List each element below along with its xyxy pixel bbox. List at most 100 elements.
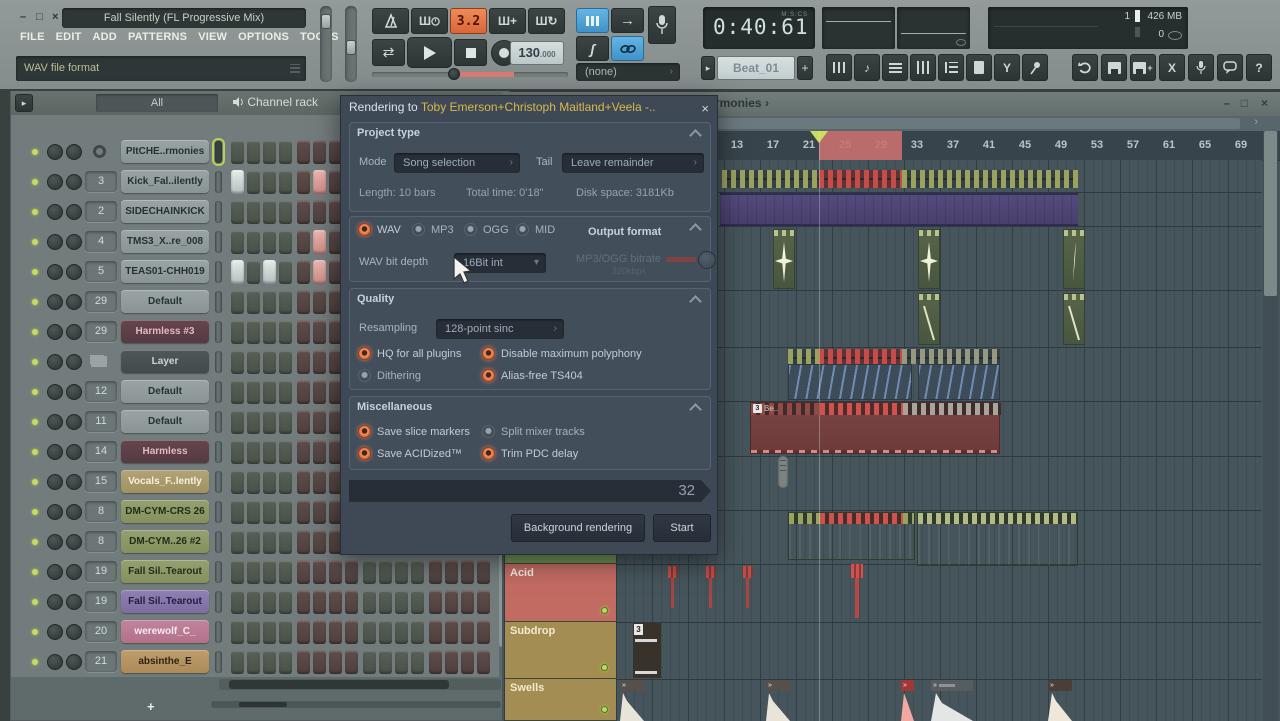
channel-led[interactable] xyxy=(32,479,38,485)
channel-pan-knob[interactable] xyxy=(47,504,63,520)
channel-led[interactable] xyxy=(32,359,38,365)
overdub-button[interactable]: Ш+ xyxy=(489,8,526,34)
output-monitor-right[interactable] xyxy=(897,7,970,49)
quality-option[interactable]: Alias-free TS404 xyxy=(482,369,583,382)
step-cell[interactable] xyxy=(345,560,358,584)
step-cell[interactable] xyxy=(279,350,292,374)
swell-audio-clip[interactable]: » xyxy=(620,680,644,721)
toggle-mic-stand-button[interactable] xyxy=(1022,54,1048,81)
riser-clip[interactable] xyxy=(773,229,795,289)
step-cell[interactable] xyxy=(313,590,326,614)
channel-pan-knob[interactable] xyxy=(47,294,63,310)
step-cell[interactable] xyxy=(263,350,276,374)
step-cell[interactable] xyxy=(263,620,276,644)
step-cell[interactable] xyxy=(313,140,326,164)
channel-button[interactable]: TEAS01-CHH019 xyxy=(121,260,209,283)
step-cell[interactable] xyxy=(231,530,244,554)
typing-to-piano-display[interactable]: 3.2 xyxy=(450,8,487,34)
channel-button[interactable]: Default xyxy=(121,380,209,403)
collapse-chevron-icon[interactable] xyxy=(689,223,702,236)
dialog-close-icon[interactable]: × xyxy=(701,98,709,120)
step-cell[interactable] xyxy=(231,440,244,464)
tail-dropdown[interactable]: Leave remainder› xyxy=(562,153,704,173)
master-volume-slider[interactable] xyxy=(320,6,332,82)
step-cell[interactable] xyxy=(279,170,292,194)
step-cell[interactable] xyxy=(263,320,276,344)
step-cell[interactable] xyxy=(411,620,424,644)
step-cell[interactable] xyxy=(379,650,392,674)
channel-number-badge[interactable]: 8 xyxy=(85,501,117,522)
step-cell[interactable] xyxy=(247,380,260,404)
master-pitch-slider[interactable] xyxy=(345,6,357,82)
step-cell[interactable] xyxy=(247,560,260,584)
channel-pan-knob[interactable] xyxy=(47,564,63,580)
channel-button[interactable]: Fall Sil..Tearout xyxy=(121,590,209,613)
channel-volume-knob[interactable] xyxy=(66,654,82,670)
master-pitch-handle[interactable] xyxy=(346,40,356,55)
channel-button[interactable]: Vocals_F..lently xyxy=(121,470,209,493)
channel-mute-toggle[interactable] xyxy=(215,471,222,493)
step-cell[interactable] xyxy=(279,260,292,284)
channel-led[interactable] xyxy=(32,419,38,425)
step-cell[interactable] xyxy=(231,500,244,524)
step-cell[interactable] xyxy=(445,650,458,674)
step-cell[interactable] xyxy=(297,560,310,584)
collapse-chevron-icon[interactable] xyxy=(689,295,702,308)
channel-led[interactable] xyxy=(32,239,38,245)
start-button[interactable]: Start xyxy=(653,514,711,542)
step-cell[interactable] xyxy=(263,290,276,314)
step-cell[interactable] xyxy=(247,530,260,554)
step-cell[interactable] xyxy=(411,650,424,674)
rack-zoom-thumb[interactable] xyxy=(239,702,287,707)
channel-mute-toggle[interactable] xyxy=(215,531,222,553)
swell-audio-clip[interactable]: » xyxy=(931,680,973,721)
step-cell[interactable] xyxy=(231,470,244,494)
step-edit-button[interactable] xyxy=(576,8,609,33)
channel-number-badge[interactable]: 3 xyxy=(85,171,117,192)
step-cell[interactable] xyxy=(231,590,244,614)
app-maximize-icon[interactable]: □ xyxy=(36,10,43,24)
channel-button[interactable]: Default xyxy=(121,290,209,313)
step-cell[interactable] xyxy=(411,590,424,614)
step-cell[interactable] xyxy=(445,620,458,644)
step-cell[interactable] xyxy=(231,140,244,164)
channel-button[interactable]: PItCHE..rmonies xyxy=(121,140,209,163)
link-target-dropdown[interactable]: (none)› xyxy=(576,63,680,81)
channel-led[interactable] xyxy=(32,299,38,305)
channel-volume-knob[interactable] xyxy=(66,294,82,310)
step-cell[interactable] xyxy=(477,650,490,674)
step-cell[interactable] xyxy=(231,230,244,254)
channel-volume-knob[interactable] xyxy=(66,474,82,490)
step-cell[interactable] xyxy=(313,200,326,224)
step-cell[interactable] xyxy=(279,560,292,584)
step-cell[interactable] xyxy=(247,470,260,494)
toggle-channel-rack-button[interactable] xyxy=(882,54,908,81)
step-cell[interactable] xyxy=(297,230,310,254)
rack-collapse-button[interactable]: ▸ xyxy=(15,94,33,112)
channel-led[interactable] xyxy=(32,389,38,395)
step-cell[interactable] xyxy=(263,380,276,404)
step-cell[interactable] xyxy=(231,320,244,344)
step-cell[interactable] xyxy=(263,230,276,254)
channel-led[interactable] xyxy=(32,209,38,215)
step-cell[interactable] xyxy=(313,470,326,494)
step-cell[interactable] xyxy=(297,140,310,164)
precount-mic-button[interactable] xyxy=(648,6,676,44)
channel-mute-toggle[interactable] xyxy=(215,171,222,193)
bpm-display[interactable]: 130.000 xyxy=(510,41,564,65)
channel-volume-knob[interactable] xyxy=(66,534,82,550)
channel-pan-knob[interactable] xyxy=(47,624,63,640)
channel-volume-knob[interactable] xyxy=(66,324,82,340)
chord-clip[interactable] xyxy=(788,512,915,560)
step-cell[interactable] xyxy=(329,590,342,614)
step-cell[interactable] xyxy=(231,620,244,644)
background-rendering-button[interactable]: Background rendering xyxy=(511,514,645,542)
step-cell[interactable] xyxy=(313,410,326,434)
link-button[interactable] xyxy=(611,36,644,61)
step-cell[interactable] xyxy=(231,560,244,584)
channel-button[interactable]: SIDECHAINKICK xyxy=(121,200,209,223)
step-cell[interactable] xyxy=(395,650,408,674)
slide-button[interactable]: ʃ xyxy=(576,36,609,61)
channel-led[interactable] xyxy=(32,449,38,455)
channel-pan-knob[interactable] xyxy=(47,384,63,400)
